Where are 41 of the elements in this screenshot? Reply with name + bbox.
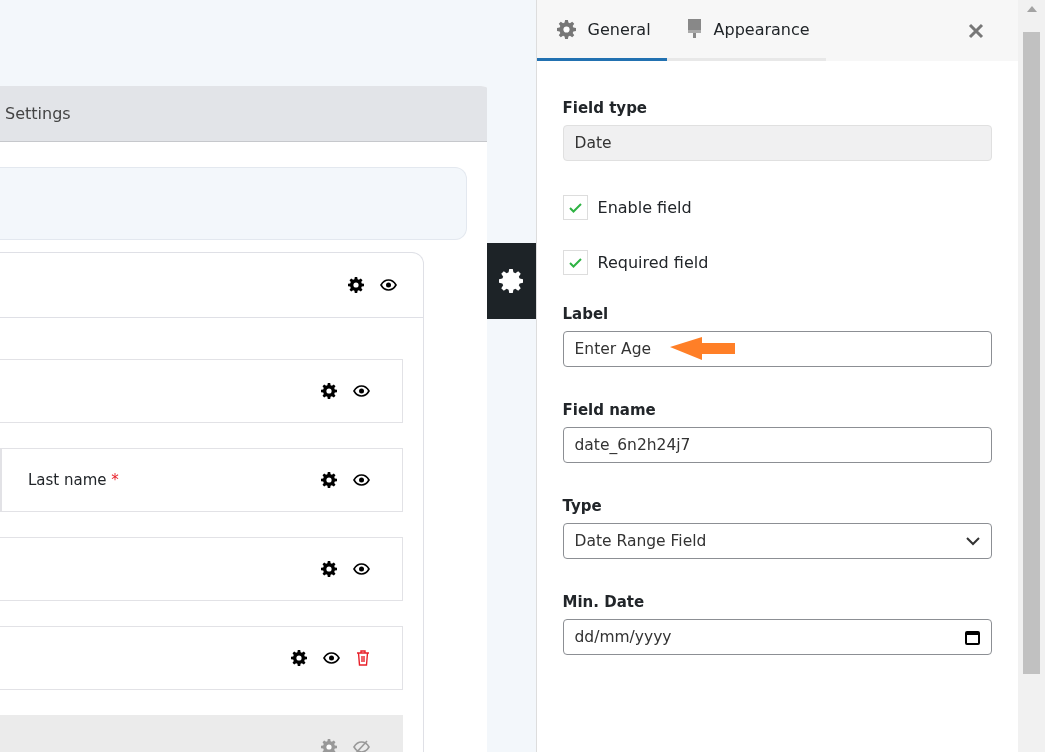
scrollbar[interactable] — [1018, 0, 1045, 752]
settings-icon[interactable] — [321, 472, 337, 488]
field-label: Last name — [28, 471, 107, 489]
settings-tab[interactable]: Settings — [5, 104, 71, 123]
form-row[interactable]: Last name * — [0, 448, 403, 512]
settings-icon[interactable] — [291, 650, 307, 666]
field-label: Field name — [562, 401, 657, 419]
field-label: Field type — [562, 99, 649, 117]
date-field[interactable]: dd/mm/yyyy — [562, 619, 993, 655]
calendar-icon[interactable] — [965, 629, 981, 645]
required-mark: * — [111, 471, 119, 489]
settings-icon[interactable] — [321, 561, 337, 577]
field-label: Label — [562, 305, 610, 323]
settings-toggle-button[interactable] — [486, 243, 536, 319]
eye-icon[interactable] — [380, 279, 397, 291]
brush-icon — [686, 19, 702, 39]
type-dropdown[interactable]: Date Range Field — [562, 523, 993, 559]
chevron-down-icon — [966, 536, 981, 546]
field-type-field: Date — [562, 125, 993, 161]
checkbox[interactable] — [562, 250, 588, 275]
eye-icon[interactable] — [353, 474, 370, 486]
trash-icon[interactable] — [356, 650, 370, 666]
eye-icon[interactable] — [323, 652, 340, 664]
check-icon — [568, 257, 582, 268]
checkbox[interactable] — [562, 195, 588, 220]
settings-icon[interactable] — [348, 277, 364, 293]
eye-icon[interactable] — [353, 563, 370, 575]
panel-tab[interactable]: Appearance — [666, 0, 826, 61]
text-field[interactable]: date_6n2h24j7 — [562, 427, 993, 463]
checkbox-label: Required field — [597, 253, 709, 272]
gear-icon[interactable] — [556, 19, 576, 39]
checkbox-label: Enable field — [597, 198, 692, 217]
close-button[interactable] — [968, 22, 985, 39]
panel-tab[interactable]: General — [536, 0, 667, 61]
field-label: Min. Date — [562, 593, 646, 611]
field-label: Type — [562, 497, 603, 515]
check-icon — [568, 202, 582, 213]
settings-icon[interactable] — [499, 269, 523, 293]
text-field[interactable]: Enter Age — [562, 331, 993, 367]
eye-icon[interactable] — [353, 385, 370, 397]
settings-icon[interactable] — [321, 383, 337, 399]
